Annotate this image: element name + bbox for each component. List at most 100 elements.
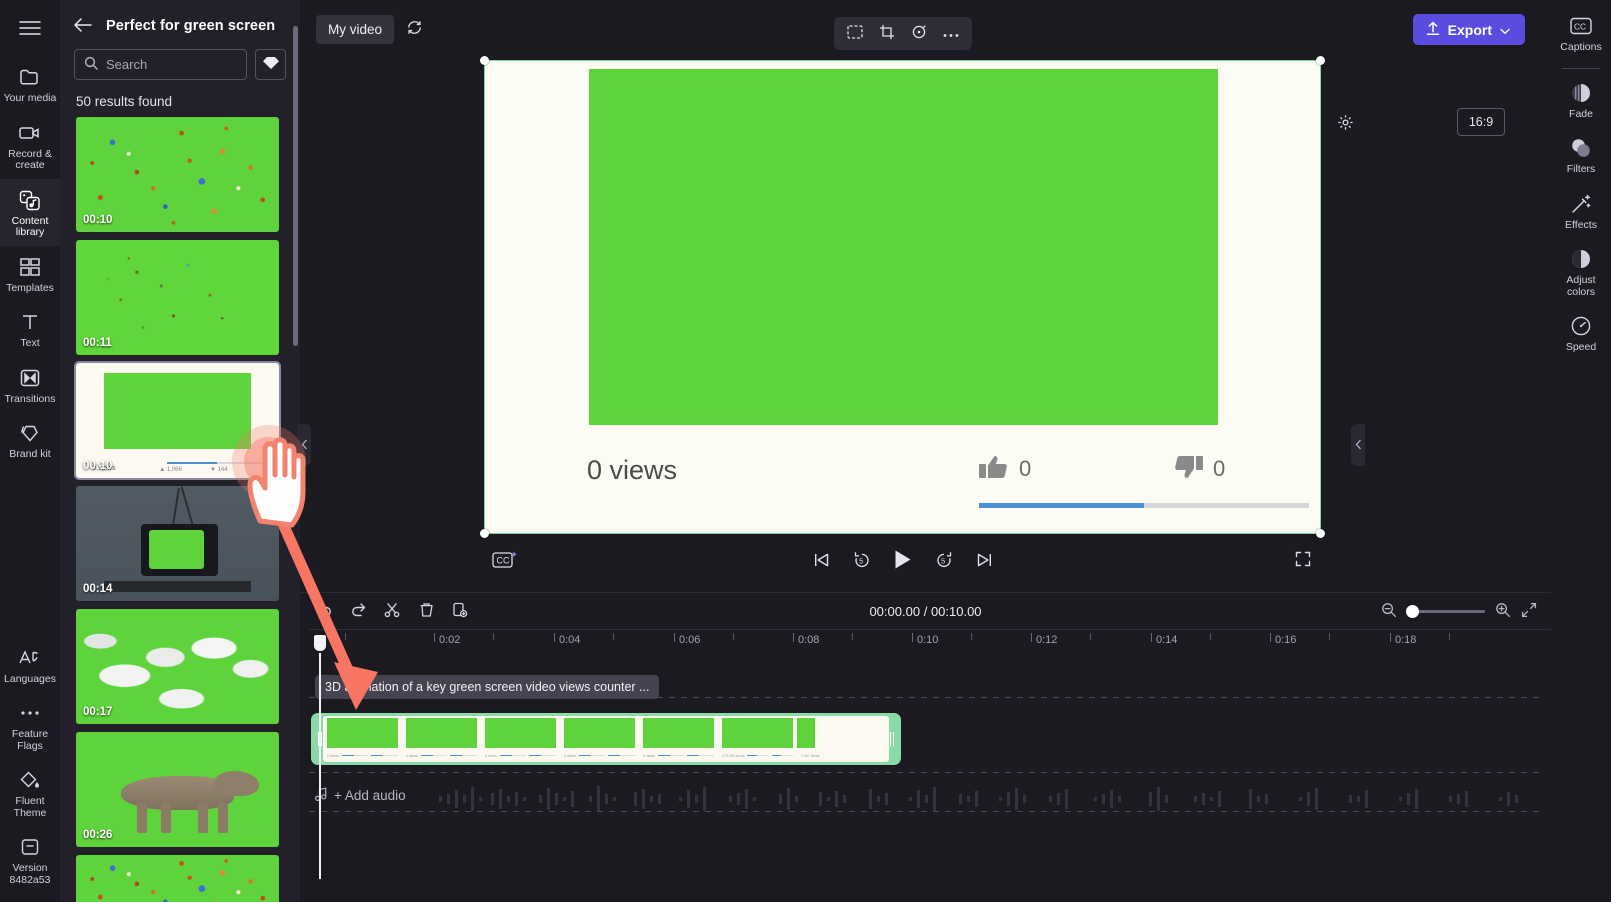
- list-item[interactable]: [76, 855, 279, 902]
- zoom-slider[interactable]: [1406, 604, 1485, 618]
- canvas-tools-group: [834, 17, 972, 50]
- export-button[interactable]: Export: [1412, 14, 1525, 45]
- clip-trim-handle-right[interactable]: [889, 716, 898, 762]
- thumbnail-like: ▲ 1,066: [159, 467, 182, 474]
- sidebar-item-feature-flags[interactable]: Feature Flags: [0, 692, 60, 759]
- resize-handle-bottom-left[interactable]: [480, 529, 489, 538]
- tab-fade[interactable]: Fade: [1551, 73, 1611, 129]
- sync-button[interactable]: [406, 19, 423, 39]
- undo-icon: [316, 602, 333, 620]
- clip-frame: 1,067 views: [797, 716, 876, 762]
- rotate-button[interactable]: [904, 20, 934, 48]
- sidebar-label: Templates: [6, 281, 54, 294]
- aspect-ratio-button[interactable]: 16:9: [1457, 108, 1505, 136]
- ellipsis-icon: [19, 701, 41, 725]
- redo-button[interactable]: [343, 597, 373, 625]
- tab-effects[interactable]: Effects: [1551, 184, 1611, 240]
- transitions-icon: [19, 366, 41, 390]
- crop-icon: [879, 24, 895, 43]
- track-divider: [309, 772, 1541, 773]
- back-button[interactable]: [70, 13, 96, 39]
- sidebar-item-record-create[interactable]: Record & create: [0, 112, 60, 179]
- skip-to-end-button[interactable]: [975, 551, 993, 572]
- tab-filters[interactable]: Filters: [1551, 128, 1611, 184]
- list-item[interactable]: 00:14: [76, 486, 279, 601]
- ruler-label: 0:04: [559, 634, 581, 646]
- sidebar-item-transitions[interactable]: Transitions: [0, 357, 60, 413]
- crop-button[interactable]: [872, 20, 902, 48]
- sidebar-label: Brand kit: [9, 448, 51, 460]
- skip-to-start-button[interactable]: [812, 551, 830, 572]
- zoom-in-button[interactable]: [1495, 602, 1511, 621]
- rewind-5-icon: 5: [852, 550, 871, 572]
- tab-adjust-colors[interactable]: Adjust colors: [1551, 239, 1611, 306]
- sidebar-item-fluent-theme[interactable]: Fluent Theme: [0, 759, 60, 826]
- split-button[interactable]: [377, 597, 407, 625]
- audio-track[interactable]: + Add audio: [309, 781, 1541, 821]
- forward-5-button[interactable]: 5: [934, 550, 953, 572]
- list-item[interactable]: 00:10: [76, 117, 279, 232]
- list-item[interactable]: 0 views ▲ 1,066 ▼ 144 00:10: [74, 361, 281, 480]
- timeline-clip[interactable]: 0 views 0 views 0 views 0 views 0 views …: [311, 713, 901, 765]
- time-separator: /: [923, 603, 928, 619]
- ruler-label: 0:12: [1036, 634, 1058, 646]
- collapse-properties-button[interactable]: [1351, 424, 1365, 466]
- captions-toggle-button[interactable]: CC: [492, 549, 518, 574]
- add-audio-button[interactable]: + Add audio: [314, 787, 406, 804]
- premium-filter-button[interactable]: [255, 49, 286, 80]
- sidebar-item-version[interactable]: Version 8482a53: [0, 826, 60, 902]
- fit-to-frame-button[interactable]: [840, 20, 870, 48]
- playhead-handle[interactable]: [314, 635, 326, 651]
- sidebar-item-brand-kit[interactable]: Brand kit: [0, 412, 60, 468]
- resize-handle-top-right[interactable]: [1316, 56, 1325, 65]
- clip-thumbnail-strip: 0 views 0 views 0 views 0 views 0 views …: [323, 716, 889, 762]
- delete-button[interactable]: [411, 597, 441, 625]
- library-scrollbar[interactable]: [293, 26, 298, 346]
- cc-icon: CC: [1570, 14, 1592, 38]
- tab-captions[interactable]: CC Captions: [1551, 6, 1611, 62]
- hamburger-menu-button[interactable]: [0, 0, 60, 56]
- canvas-settings-button[interactable]: [1337, 114, 1354, 134]
- text-icon: [20, 310, 40, 334]
- project-name-button[interactable]: My video: [316, 14, 395, 44]
- video-canvas-wrapper[interactable]: 0 views 0 0: [480, 56, 1325, 538]
- duplicate-button[interactable]: [445, 597, 475, 625]
- sidebar-item-your-media[interactable]: Your media: [0, 56, 60, 112]
- fit-timeline-button[interactable]: [1521, 602, 1537, 621]
- list-item[interactable]: 00:17: [76, 609, 279, 724]
- ruler-label: 0:14: [1156, 634, 1178, 646]
- ruler-label: 0:16: [1275, 634, 1297, 646]
- resize-handle-bottom-right[interactable]: [1316, 529, 1325, 538]
- zoom-out-button[interactable]: [1381, 602, 1397, 621]
- tab-speed[interactable]: Speed: [1551, 306, 1611, 362]
- collapse-library-button[interactable]: [297, 424, 311, 466]
- green-screen-area: [104, 373, 251, 450]
- search-box[interactable]: [74, 49, 247, 80]
- play-button[interactable]: [893, 549, 912, 573]
- more-options-button[interactable]: [936, 20, 966, 48]
- resize-handle-top-left[interactable]: [480, 56, 489, 65]
- languages-icon: [18, 646, 42, 670]
- sidebar-item-content-library[interactable]: Content library: [0, 178, 60, 246]
- playhead[interactable]: [314, 635, 326, 879]
- timeline-ruler[interactable]: 0:02 0:04 0:06 0:08 0:10 0:12 0:14 0:16 …: [309, 629, 1551, 653]
- library-title: Perfect for green screen: [106, 18, 276, 34]
- sidebar-item-languages[interactable]: Languages: [0, 637, 60, 693]
- undo-button[interactable]: [309, 597, 339, 625]
- hamburger-icon: [19, 20, 41, 36]
- sidebar-label: Content library: [11, 214, 49, 238]
- antenna-right: [180, 486, 193, 525]
- video-canvas[interactable]: 0 views 0 0: [480, 56, 1325, 538]
- rewind-5-button[interactable]: 5: [852, 550, 871, 572]
- zoom-slider-knob[interactable]: [1406, 604, 1419, 618]
- clip-frame: 0 views: [560, 716, 639, 762]
- fullscreen-button[interactable]: [1295, 551, 1311, 570]
- sidebar-item-text[interactable]: Text: [0, 301, 60, 357]
- list-item[interactable]: 00:11: [76, 240, 279, 355]
- list-item[interactable]: 00:26: [76, 732, 279, 847]
- ruler-label: 0:02: [439, 634, 461, 646]
- sidebar-item-templates[interactable]: Templates: [0, 246, 60, 302]
- wolf-leg: [197, 803, 208, 834]
- search-input[interactable]: [106, 57, 237, 72]
- svg-text:CC: CC: [1574, 21, 1586, 31]
